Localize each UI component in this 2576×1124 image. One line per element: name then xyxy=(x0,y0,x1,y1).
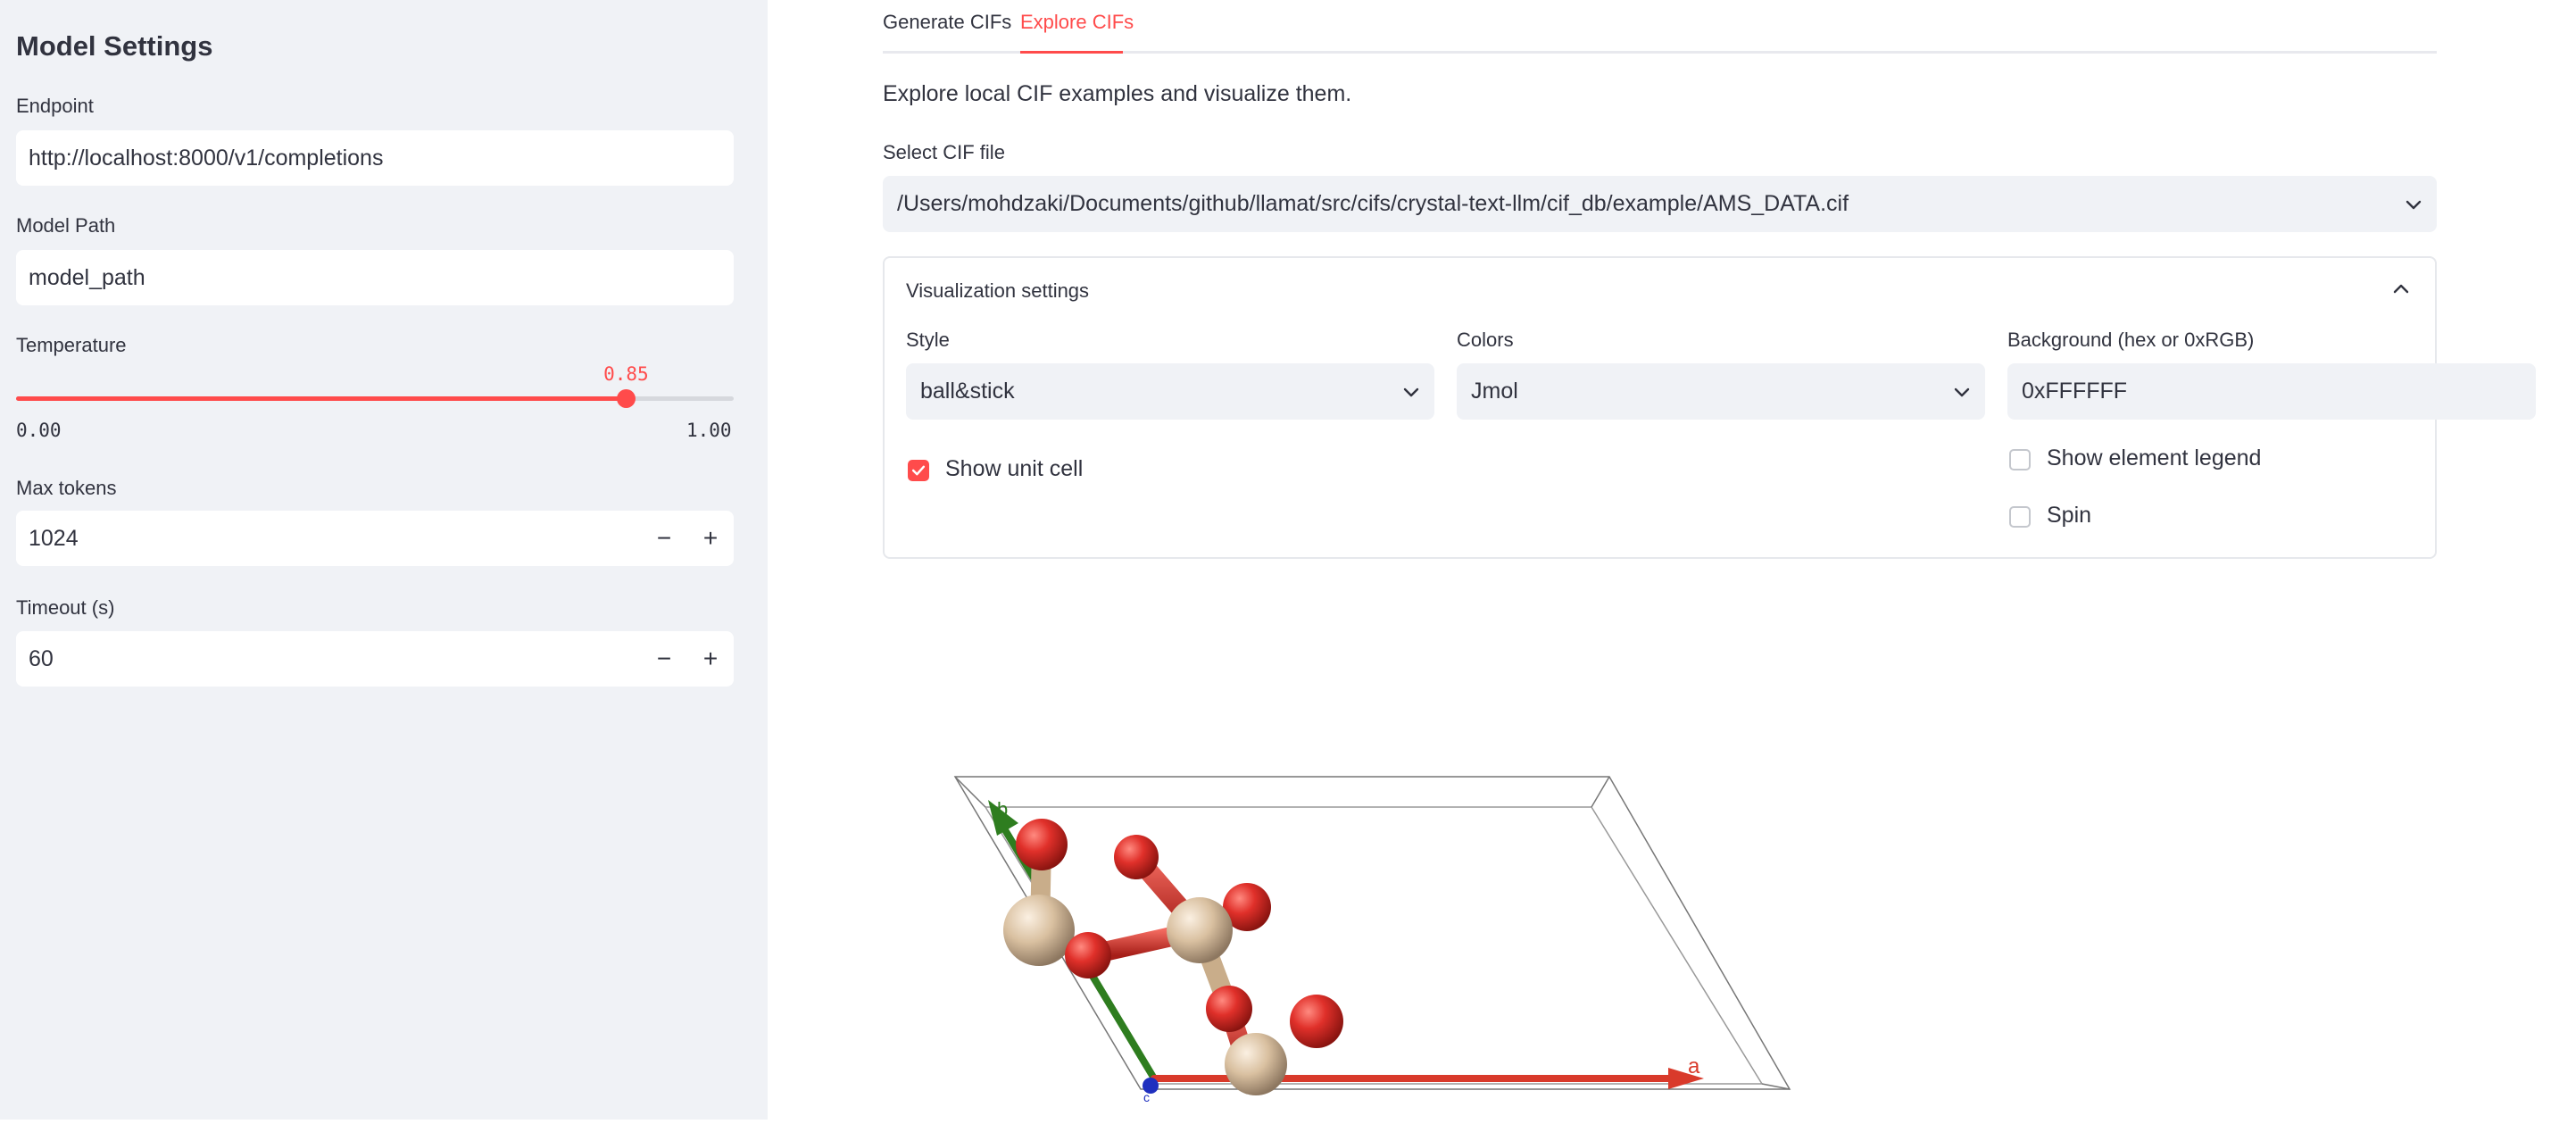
structure-viewer[interactable]: b a c xyxy=(883,589,2437,1120)
main-content: Generate CIFs Explore CIFs Explore local… xyxy=(768,0,2576,1120)
spin-label[interactable]: Spin xyxy=(2047,503,2091,529)
background-value[interactable]: 0xFFFFFF xyxy=(2022,379,2127,404)
oxygen-atom xyxy=(1206,986,1252,1032)
metal-atom xyxy=(1003,895,1075,966)
timeout-label: Timeout (s) xyxy=(16,596,115,619)
endpoint-input[interactable]: http://localhost:8000/v1/completions xyxy=(16,130,734,186)
background-label: Background (hex or 0xRGB) xyxy=(2007,329,2255,351)
endpoint-label: Endpoint xyxy=(16,95,94,117)
style-select[interactable]: ball&stick xyxy=(906,363,1434,420)
spin-checkbox[interactable] xyxy=(2009,506,2031,528)
cif-file-value: /Users/mohdzaki/Documents/github/llamat/… xyxy=(897,191,1849,216)
cif-file-select[interactable]: /Users/mohdzaki/Documents/github/llamat/… xyxy=(883,176,2437,232)
max-tokens-value[interactable]: 1024 xyxy=(29,526,79,551)
tab-generate-cifs[interactable]: Generate CIFs xyxy=(883,11,1011,34)
show-unit-cell-checkbox[interactable] xyxy=(908,460,929,481)
temperature-value: 0.85 xyxy=(603,363,649,385)
model-path-input[interactable]: model_path xyxy=(16,250,734,305)
tab-explore-cifs[interactable]: Explore CIFs xyxy=(1020,11,1134,34)
style-label: Style xyxy=(906,329,950,351)
chevron-down-icon xyxy=(2406,200,2422,210)
axis-b-label: b xyxy=(997,798,1008,820)
unit-cell-outline xyxy=(953,776,1791,1090)
max-tokens-label: Max tokens xyxy=(16,477,117,499)
background-input[interactable]: 0xFFFFFF xyxy=(2007,363,2536,420)
max-tokens-increment-button[interactable]: + xyxy=(687,511,734,566)
temperature-label: Temperature xyxy=(16,334,127,356)
oxygen-atom xyxy=(1065,932,1111,978)
temperature-slider-thumb[interactable] xyxy=(617,389,636,408)
style-value: ball&stick xyxy=(920,379,1015,404)
chevron-down-icon xyxy=(1403,387,1419,397)
max-tokens-decrement-button[interactable]: − xyxy=(641,511,687,566)
crystal-structure-render: b a c xyxy=(953,776,1791,1104)
intro-text: Explore local CIF examples and visualize… xyxy=(883,81,1352,106)
chevron-down-icon xyxy=(1954,387,1970,397)
timeout-decrement-button[interactable]: − xyxy=(641,631,687,687)
show-unit-cell-label[interactable]: Show unit cell xyxy=(945,456,1083,482)
active-tab-indicator xyxy=(1020,51,1123,54)
cif-file-label: Select CIF file xyxy=(883,141,1005,163)
metal-atom xyxy=(1167,897,1233,963)
max-tokens-stepper[interactable]: 1024 − + xyxy=(16,511,734,566)
tab-bar: Generate CIFs Explore CIFs xyxy=(883,0,2437,54)
metal-atom xyxy=(1225,1033,1287,1095)
visualization-settings-title[interactable]: Visualization settings xyxy=(906,279,1089,303)
temperature-max: 1.00 xyxy=(686,420,732,441)
temperature-min: 0.00 xyxy=(16,420,62,441)
oxygen-atom xyxy=(1114,835,1159,879)
show-element-legend-label[interactable]: Show element legend xyxy=(2047,445,2261,471)
timeout-value[interactable]: 60 xyxy=(29,646,54,671)
colors-value: Jmol xyxy=(1471,379,1518,404)
atoms xyxy=(1003,819,1343,1095)
temperature-slider[interactable] xyxy=(16,389,734,408)
sidebar: Model Settings Endpoint http://localhost… xyxy=(0,0,768,1120)
checkmark-icon xyxy=(911,465,926,476)
timeout-stepper[interactable]: 60 − + xyxy=(16,631,734,687)
chevron-up-icon[interactable] xyxy=(2390,279,2412,300)
axis-a-label: a xyxy=(1688,1054,1700,1078)
timeout-increment-button[interactable]: + xyxy=(687,631,734,687)
colors-label: Colors xyxy=(1457,329,1514,351)
temperature-slider-fill xyxy=(16,396,627,401)
oxygen-atom xyxy=(1016,819,1068,870)
colors-select[interactable]: Jmol xyxy=(1457,363,1985,420)
oxygen-atom xyxy=(1290,995,1343,1048)
show-element-legend-checkbox[interactable] xyxy=(2009,449,2031,470)
visualization-settings-expander: Visualization settings Style ball&stick … xyxy=(883,256,2536,559)
sidebar-title: Model Settings xyxy=(16,30,213,62)
model-path-label: Model Path xyxy=(16,214,116,237)
axis-c-label: c xyxy=(1143,1090,1150,1104)
